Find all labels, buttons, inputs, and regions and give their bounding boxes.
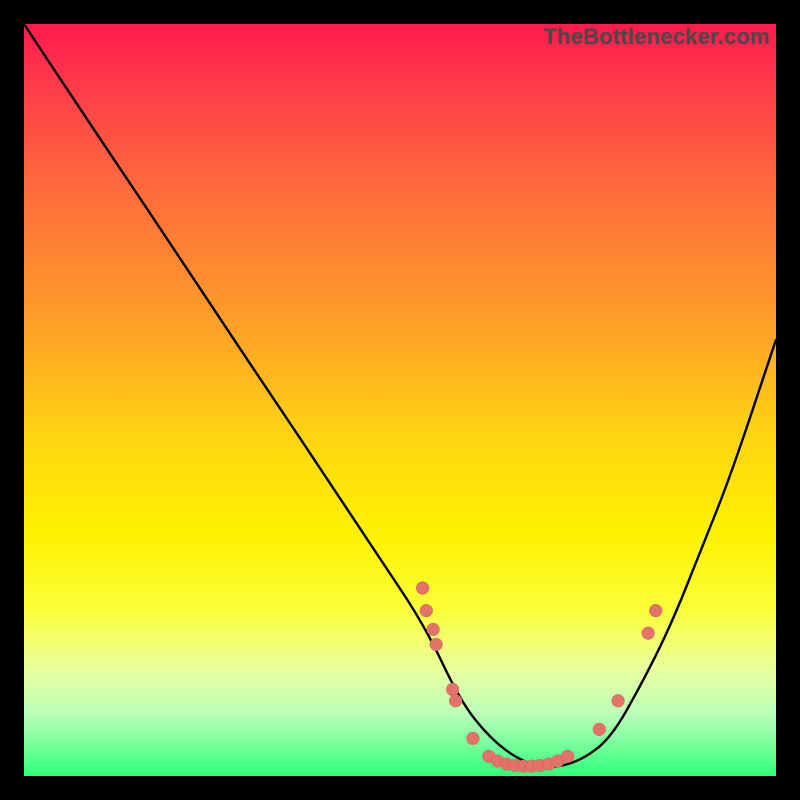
data-point bbox=[612, 694, 625, 707]
curve-data-points bbox=[416, 582, 662, 773]
data-point bbox=[427, 623, 440, 636]
data-point bbox=[416, 582, 429, 595]
bottleneck-curve-svg bbox=[24, 24, 776, 776]
bottleneck-curve-path bbox=[24, 24, 776, 767]
data-point bbox=[593, 723, 606, 736]
data-point bbox=[449, 694, 462, 707]
data-point bbox=[430, 638, 443, 651]
data-point bbox=[420, 604, 433, 617]
data-point bbox=[649, 604, 662, 617]
data-point bbox=[642, 627, 655, 640]
data-point bbox=[446, 683, 459, 696]
watermark-text: TheBottlenecker.com bbox=[544, 24, 770, 50]
data-point bbox=[561, 750, 574, 763]
chart-frame: TheBottlenecker.com bbox=[24, 24, 776, 776]
data-point bbox=[466, 732, 479, 745]
